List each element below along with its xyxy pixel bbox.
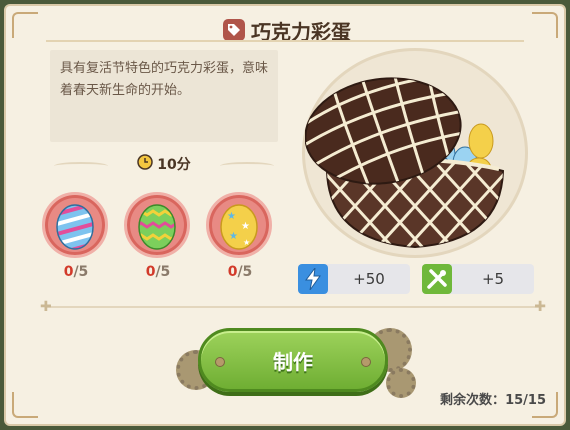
bolt-icon <box>361 357 371 367</box>
remaining-count: 剩余次数：15/15 <box>440 389 546 408</box>
ingredient-have: 0 <box>227 264 238 280</box>
bolt-icon <box>215 357 225 367</box>
green-zigzag-egg-icon <box>124 192 190 258</box>
svg-text:★: ★ <box>227 211 236 222</box>
tools-icon <box>422 264 452 294</box>
lightning-icon <box>298 264 328 294</box>
remaining-label: 剩余次数： <box>440 393 506 408</box>
ingredient-slot[interactable]: 0/5 <box>124 192 192 280</box>
ingredient-slot[interactable]: 0/5 <box>42 192 110 280</box>
recipe-panel: 巧克力彩蛋 具有复活节特色的巧克力彩蛋，意味着春天新生命的开始。 10分 0/5… <box>4 4 566 426</box>
corner-ornament <box>12 392 38 418</box>
make-button[interactable]: 制作 <box>198 328 388 392</box>
ingredient-have: 0 <box>63 264 74 280</box>
title-bar: 巧克力彩蛋 <box>6 12 568 48</box>
svg-text:★: ★ <box>243 238 250 247</box>
recipe-description: 具有复活节特色的巧克力彩蛋，意味着春天新生命的开始。 <box>60 61 269 98</box>
tools-reward: +5 <box>422 264 534 294</box>
gold-star-egg-icon: ★ ★ ★ ★ <box>206 192 272 258</box>
energy-reward-value: +50 <box>353 270 385 288</box>
ingredient-need: /5 <box>237 264 253 280</box>
ingredient-slot[interactable]: ★ ★ ★ ★ 0/5 <box>206 192 274 280</box>
craft-time-value: 10分 <box>157 157 191 173</box>
plus-ornament: ✚ <box>534 299 546 315</box>
svg-text:★: ★ <box>241 221 250 232</box>
ingredient-have: 0 <box>145 264 156 280</box>
flourish <box>54 162 108 170</box>
ingredient-need: /5 <box>73 264 89 280</box>
gear-icon <box>386 368 416 398</box>
section-divider: ✚ ✚ <box>40 299 546 315</box>
chocolate-egg-image <box>298 48 528 258</box>
ingredient-need: /5 <box>155 264 171 280</box>
description-box: 具有复活节特色的巧克力彩蛋，意味着春天新生命的开始。 <box>50 50 278 142</box>
craft-time: 10分 <box>50 152 278 176</box>
tag-icon <box>223 19 245 41</box>
remaining-value: 15/15 <box>505 393 546 408</box>
blue-striped-egg-icon <box>42 192 108 258</box>
clock-icon <box>137 154 153 174</box>
make-button-label: 制作 <box>273 349 313 374</box>
plus-ornament: ✚ <box>40 299 52 315</box>
flourish <box>220 162 274 170</box>
tools-reward-value: +5 <box>481 270 505 288</box>
title-divider <box>46 40 524 42</box>
svg-text:★: ★ <box>229 231 238 242</box>
energy-reward: +50 <box>298 264 410 294</box>
